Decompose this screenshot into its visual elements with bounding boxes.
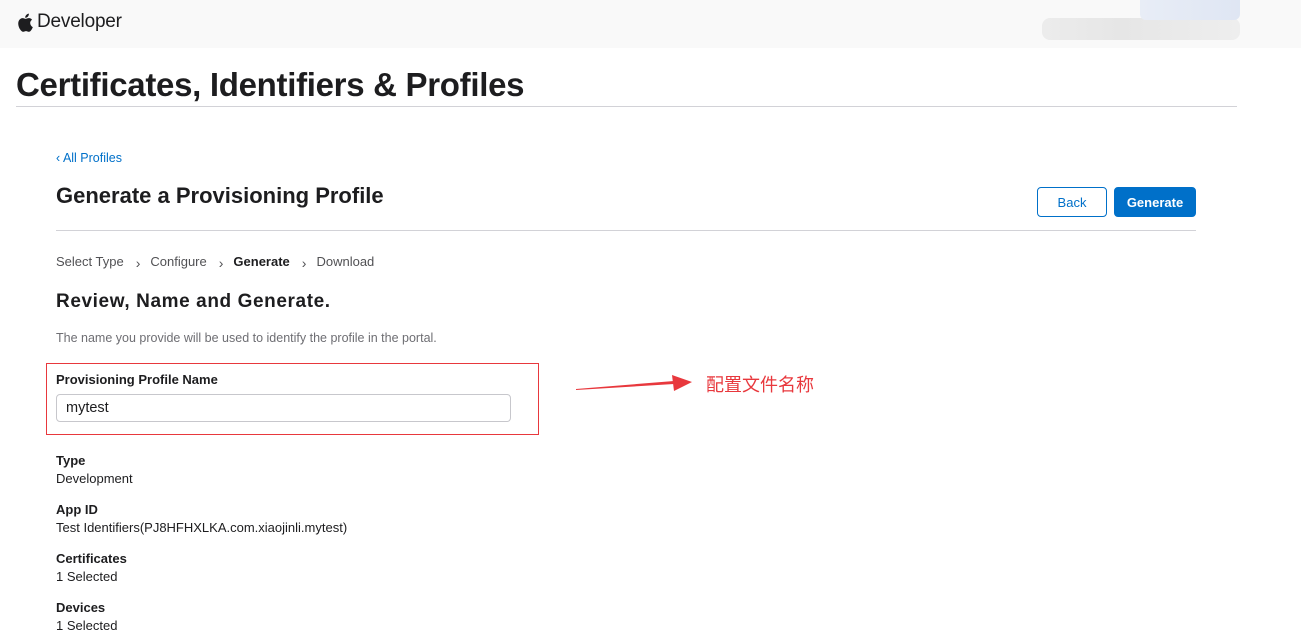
annotation-label: 配置文件名称 bbox=[706, 375, 814, 396]
step-select-type: Select Type bbox=[56, 253, 124, 269]
account-menu-redacted[interactable] bbox=[1042, 18, 1240, 40]
chevron-right-icon: › bbox=[218, 255, 224, 271]
devices-value: 1 Selected bbox=[56, 618, 118, 633]
certificates-value: 1 Selected bbox=[56, 569, 118, 584]
annotation-arrow-icon bbox=[576, 375, 692, 391]
type-value: Development bbox=[56, 471, 133, 486]
profile-name-label: Provisioning Profile Name bbox=[56, 372, 218, 387]
section-title: Generate a Provisioning Profile bbox=[56, 183, 384, 208]
top-navigation-bar: Developer bbox=[0, 0, 1301, 48]
review-title: Review, Name and Generate. bbox=[56, 291, 331, 312]
chevron-right-icon: › bbox=[135, 255, 141, 271]
progress-steps: Select Type › Configure › Generate › Dow… bbox=[56, 253, 375, 272]
account-name-redacted bbox=[1140, 0, 1240, 20]
step-configure: Configure bbox=[150, 253, 207, 269]
step-generate: Generate bbox=[233, 253, 290, 269]
profile-name-input[interactable] bbox=[56, 394, 511, 422]
apple-logo-icon bbox=[18, 13, 33, 32]
title-divider bbox=[16, 106, 1237, 107]
generate-button[interactable]: Generate bbox=[1114, 187, 1196, 217]
developer-brand[interactable]: Developer bbox=[17, 11, 122, 33]
back-button[interactable]: Back bbox=[1037, 187, 1107, 217]
hint-text: The name you provide will be used to ide… bbox=[56, 331, 437, 345]
all-profiles-link[interactable]: ‹ All Profiles bbox=[56, 151, 122, 165]
brand-name: Developer bbox=[37, 11, 122, 32]
step-download: Download bbox=[316, 253, 375, 269]
type-label: Type bbox=[56, 453, 86, 468]
certificates-label: Certificates bbox=[56, 551, 127, 566]
app-id-label: App ID bbox=[56, 502, 98, 517]
chevron-right-icon: › bbox=[301, 255, 307, 271]
devices-label: Devices bbox=[56, 600, 106, 615]
app-id-value: Test Identifiers(PJ8HFHXLKA.com.xiaojinl… bbox=[56, 520, 348, 535]
section-divider bbox=[56, 230, 1196, 231]
page-title: Certificates, Identifiers & Profiles bbox=[16, 66, 525, 103]
